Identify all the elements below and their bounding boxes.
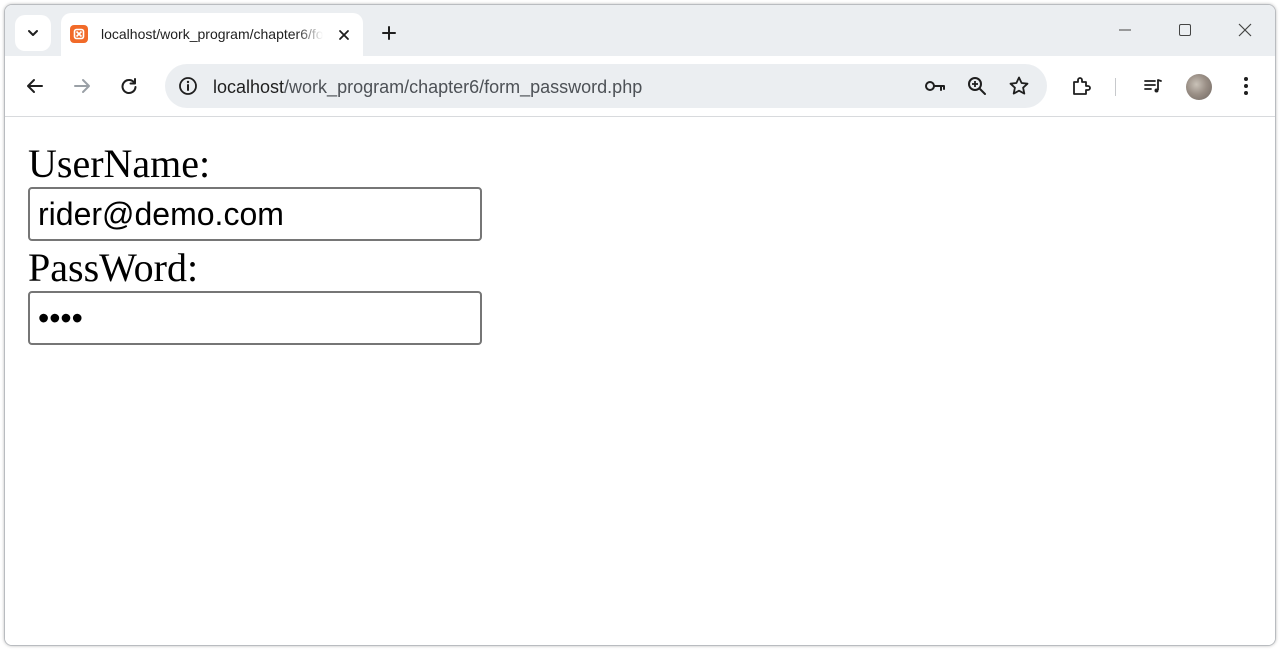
arrow-left-icon	[27, 79, 43, 93]
close-window-button[interactable]	[1223, 11, 1267, 49]
kebab-menu-icon	[1244, 77, 1248, 95]
key-icon	[925, 81, 945, 91]
close-icon	[339, 30, 349, 40]
tab-title: localhost/work_program/chapter6/form_pas…	[101, 26, 323, 42]
zoom-in-icon	[968, 77, 986, 95]
username-label: UserName:	[28, 141, 211, 186]
new-tab-button[interactable]	[373, 17, 405, 49]
password-input[interactable]	[28, 291, 482, 345]
tab-strip: localhost/work_program/chapter6/form_pas…	[5, 5, 1275, 56]
reload-icon	[121, 78, 137, 94]
password-manager-button[interactable]	[921, 72, 949, 100]
maximize-icon	[1179, 24, 1191, 36]
arrow-right-icon	[74, 79, 90, 93]
minimize-icon	[1119, 29, 1131, 31]
forward-button[interactable]	[66, 70, 98, 102]
profile-avatar[interactable]	[1186, 74, 1212, 100]
browser-window: localhost/work_program/chapter6/form_pas…	[4, 4, 1276, 646]
back-button[interactable]	[19, 70, 51, 102]
browser-menu-button[interactable]	[1230, 70, 1262, 102]
extensions-button[interactable]	[1065, 70, 1097, 102]
address-bar[interactable]: localhost/work_program/chapter6/form_pas…	[165, 64, 1047, 108]
close-icon	[1238, 23, 1252, 37]
tab-search-button[interactable]	[15, 15, 51, 51]
url-text[interactable]: localhost/work_program/chapter6/form_pas…	[213, 77, 642, 98]
reload-button[interactable]	[113, 70, 145, 102]
tab-active[interactable]: localhost/work_program/chapter6/form_pas…	[61, 13, 363, 56]
tab-close-button[interactable]	[333, 24, 355, 46]
xampp-icon	[70, 25, 88, 43]
password-label: PassWord:	[28, 245, 199, 290]
media-queue-icon	[1144, 79, 1162, 93]
url-host: localhost	[213, 77, 285, 97]
maximize-button[interactable]	[1163, 11, 1207, 49]
browser-toolbar: localhost/work_program/chapter6/form_pas…	[5, 56, 1275, 117]
star-icon	[1009, 76, 1029, 95]
info-icon	[179, 77, 197, 95]
url-path: /work_program/chapter6/form_password.php	[284, 77, 643, 97]
plus-icon	[382, 26, 396, 40]
minimize-button[interactable]	[1103, 11, 1147, 49]
username-input[interactable]	[28, 187, 482, 241]
page-content: UserName: PassWord:	[5, 117, 1275, 645]
chevron-down-icon	[28, 30, 38, 36]
toolbar-divider	[1115, 78, 1116, 96]
bookmark-button[interactable]	[1005, 72, 1033, 100]
site-info-button[interactable]	[177, 75, 199, 97]
media-controls-button[interactable]	[1137, 70, 1169, 102]
puzzle-icon	[1073, 77, 1091, 95]
zoom-button[interactable]	[963, 72, 991, 100]
